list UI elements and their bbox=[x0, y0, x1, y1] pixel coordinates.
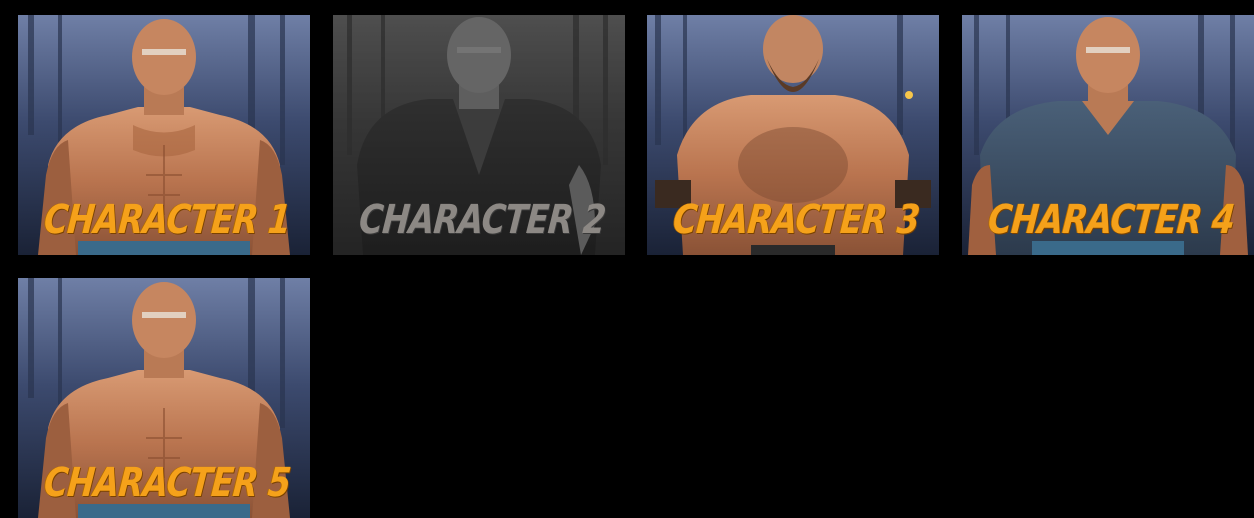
character-name-4: CHARACTER 4 bbox=[986, 197, 1237, 243]
character-name-1: CHARACTER 1 bbox=[42, 197, 293, 243]
character-card-1[interactable]: CHARACTER 1 bbox=[18, 15, 310, 255]
character-card-2[interactable]: CHARACTER 2 bbox=[333, 15, 625, 255]
character-name-2: CHARACTER 2 bbox=[357, 197, 608, 243]
character-select-grid: CHARACTER 1 CHARACTER 2 CHARACTER 3 CHAR… bbox=[0, 0, 1254, 518]
character-card-3[interactable]: CHARACTER 3 bbox=[647, 15, 939, 255]
character-name-3: CHARACTER 3 bbox=[671, 197, 922, 243]
character-card-5[interactable]: CHARACTER 5 bbox=[18, 278, 310, 518]
character-card-4[interactable]: CHARACTER 4 bbox=[962, 15, 1254, 255]
character-name-5: CHARACTER 5 bbox=[42, 460, 293, 506]
